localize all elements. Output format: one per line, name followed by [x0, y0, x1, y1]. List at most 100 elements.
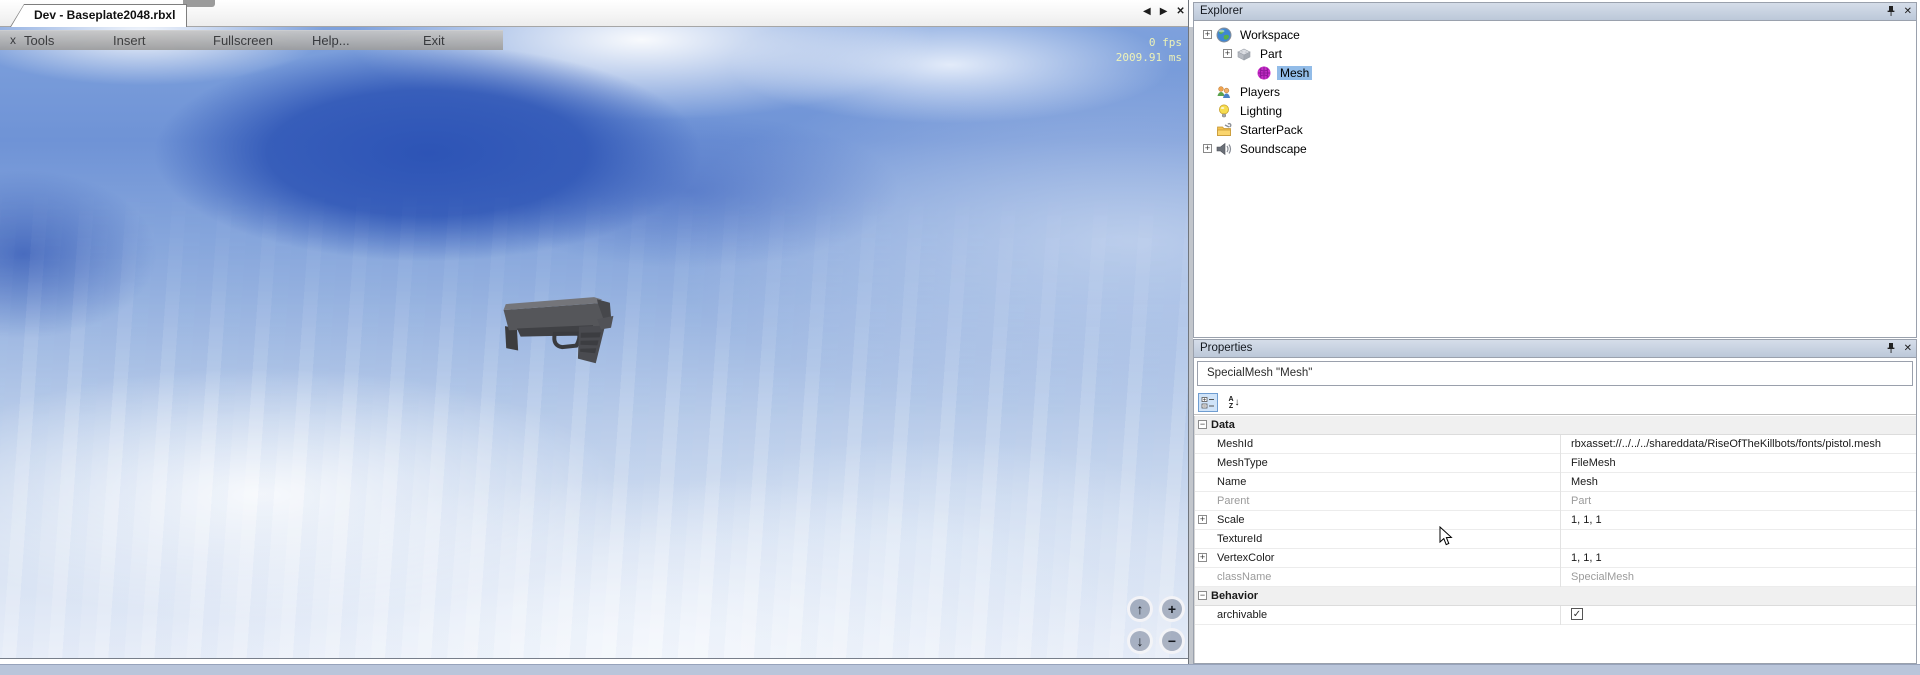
players-icon: [1216, 84, 1232, 100]
property-name: Parent: [1217, 495, 1249, 507]
menu-item-exit[interactable]: Exit: [423, 33, 445, 48]
expander-minus-icon[interactable]: −: [1198, 420, 1207, 429]
expander-plus-icon[interactable]: +: [1198, 515, 1207, 524]
property-name: MeshType: [1217, 457, 1268, 469]
menu-item-help[interactable]: Help...: [312, 33, 350, 48]
sort-az-icon: A Z ↓: [1228, 396, 1239, 410]
lighting-icon: [1216, 103, 1232, 119]
tree-item-lighting[interactable]: Lighting: [1194, 101, 1916, 120]
property-name: MeshId: [1217, 438, 1253, 450]
camera-up-button[interactable]: ↑: [1127, 596, 1153, 622]
document-pane: Dev - Baseplate2048.rbxl ◀ ▶ ✕ x Tools: [0, 0, 1189, 664]
property-value[interactable]: 1, 1, 1: [1560, 549, 1914, 568]
properties-close-icon[interactable]: ✕: [1904, 343, 1912, 354]
archivable-checkbox[interactable]: ✓: [1571, 608, 1583, 620]
tree-item-players[interactable]: Players: [1194, 82, 1916, 101]
property-row-archivable[interactable]: archivable ✓: [1195, 606, 1916, 625]
property-row-scale[interactable]: + Scale 1, 1, 1: [1195, 511, 1916, 530]
property-value[interactable]: FileMesh: [1560, 454, 1914, 473]
property-row-name[interactable]: Name Mesh: [1195, 473, 1916, 492]
camera-zoom-in-button[interactable]: +: [1159, 596, 1185, 622]
camera-down-button[interactable]: ↓: [1127, 628, 1153, 654]
part-icon: [1236, 46, 1252, 62]
property-value: Part: [1560, 492, 1914, 511]
property-value[interactable]: [1560, 530, 1914, 549]
menu-item-tools[interactable]: Tools: [24, 33, 54, 48]
explorer-panel: Explorer ✕ + Workspace +: [1193, 2, 1917, 338]
tree-item-soundscape[interactable]: + Soundscape: [1194, 139, 1916, 158]
tree-item-part[interactable]: + Part: [1194, 44, 1916, 63]
explorer-close-icon[interactable]: ✕: [1904, 6, 1912, 17]
category-row-behavior[interactable]: − Behavior: [1195, 587, 1916, 606]
expander-plus-icon[interactable]: +: [1223, 49, 1232, 58]
tree-item-label: Lighting: [1237, 104, 1285, 118]
tree-item-label-selected: Mesh: [1277, 66, 1312, 80]
explorer-tree: + Workspace + Part Mes: [1194, 21, 1916, 158]
property-value[interactable]: 1, 1, 1: [1560, 511, 1914, 530]
workspace-icon: [1216, 27, 1232, 43]
sort-alphabetical-button[interactable]: A Z ↓: [1224, 393, 1244, 412]
category-label: Data: [1211, 419, 1235, 431]
tree-item-starterpack[interactable]: StarterPack: [1194, 120, 1916, 139]
tree-item-label: Players: [1237, 85, 1283, 99]
properties-title: Properties: [1200, 342, 1252, 354]
tree-item-workspace[interactable]: + Workspace: [1194, 25, 1916, 44]
pin-icon[interactable]: [1886, 5, 1896, 17]
property-name: Name: [1217, 476, 1246, 488]
starterpack-icon: [1216, 122, 1232, 138]
property-name: archivable: [1217, 609, 1267, 621]
tree-item-label: StarterPack: [1237, 123, 1306, 137]
property-grid: − Data MeshId rbxasset://../../../shared…: [1194, 416, 1916, 663]
property-name: Scale: [1217, 514, 1245, 526]
pistol-mesh[interactable]: [496, 286, 625, 368]
property-name: TextureId: [1217, 533, 1262, 545]
property-value: ✓: [1560, 606, 1914, 625]
tree-item-mesh[interactable]: Mesh: [1194, 63, 1916, 82]
tree-item-label: Workspace: [1237, 28, 1303, 42]
categorized-view-button[interactable]: [1198, 393, 1218, 412]
fps-value: 0 fps: [1116, 35, 1182, 50]
document-tab[interactable]: Dev - Baseplate2048.rbxl: [10, 4, 187, 27]
properties-header[interactable]: Properties ✕: [1194, 340, 1916, 358]
tab-title: Dev - Baseplate2048.rbxl: [10, 4, 187, 22]
property-value[interactable]: Mesh: [1560, 473, 1914, 492]
property-row-meshtype[interactable]: MeshType FileMesh: [1195, 454, 1916, 473]
tab-next-icon[interactable]: ▶: [1160, 6, 1168, 17]
camera-zoom-out-button[interactable]: −: [1159, 628, 1185, 654]
3d-viewport[interactable]: x Tools Insert Fullscreen Help... Exit 0…: [0, 27, 1188, 659]
property-row-meshid[interactable]: MeshId rbxasset://../../../shareddata/Ri…: [1195, 435, 1916, 454]
tab-prev-icon[interactable]: ◀: [1143, 6, 1151, 17]
tab-close-icon[interactable]: ✕: [1176, 6, 1184, 17]
property-value: SpecialMesh: [1560, 568, 1914, 587]
menu-item-fullscreen[interactable]: Fullscreen: [213, 33, 273, 48]
property-row-vertexcolor[interactable]: + VertexColor 1, 1, 1: [1195, 549, 1916, 568]
property-value[interactable]: rbxasset://../../../shareddata/RiseOfThe…: [1560, 435, 1914, 454]
property-row-classname[interactable]: className SpecialMesh: [1195, 568, 1916, 587]
mdi-controls: ◀ ▶ ✕: [1143, 6, 1185, 17]
property-name: VertexColor: [1217, 552, 1274, 564]
background-window-fragment: [183, 0, 215, 7]
expander-minus-icon[interactable]: −: [1198, 591, 1207, 600]
soundscape-icon: [1216, 141, 1232, 157]
property-row-textureid[interactable]: TextureId: [1195, 530, 1916, 549]
properties-toolbar: A Z ↓: [1194, 390, 1916, 415]
property-row-parent[interactable]: Parent Part: [1195, 492, 1916, 511]
expander-plus-icon[interactable]: +: [1198, 553, 1207, 562]
camera-nav-pad: ↑ + ↓ −: [1127, 596, 1185, 654]
tree-item-label: Part: [1257, 47, 1285, 61]
category-label: Behavior: [1211, 590, 1258, 602]
explorer-header[interactable]: Explorer ✕: [1194, 3, 1916, 21]
category-row-data[interactable]: − Data: [1195, 416, 1916, 435]
properties-panel: Properties ✕ SpecialMesh "Mesh" A Z: [1193, 339, 1917, 664]
menu-item-insert[interactable]: Insert: [113, 33, 146, 48]
expander-plus-icon[interactable]: +: [1203, 30, 1212, 39]
frame-time-value: 2009.91 ms: [1116, 50, 1182, 65]
property-name: className: [1217, 571, 1271, 583]
performance-overlay: 0 fps 2009.91 ms: [1116, 35, 1182, 65]
categorized-icon: [1201, 396, 1215, 410]
tree-item-label: Soundscape: [1237, 142, 1310, 156]
game-menubar: x Tools Insert Fullscreen Help... Exit: [0, 30, 503, 50]
pin-icon[interactable]: [1886, 342, 1896, 354]
menubar-close-icon[interactable]: x: [10, 33, 16, 47]
expander-plus-icon[interactable]: +: [1203, 144, 1212, 153]
